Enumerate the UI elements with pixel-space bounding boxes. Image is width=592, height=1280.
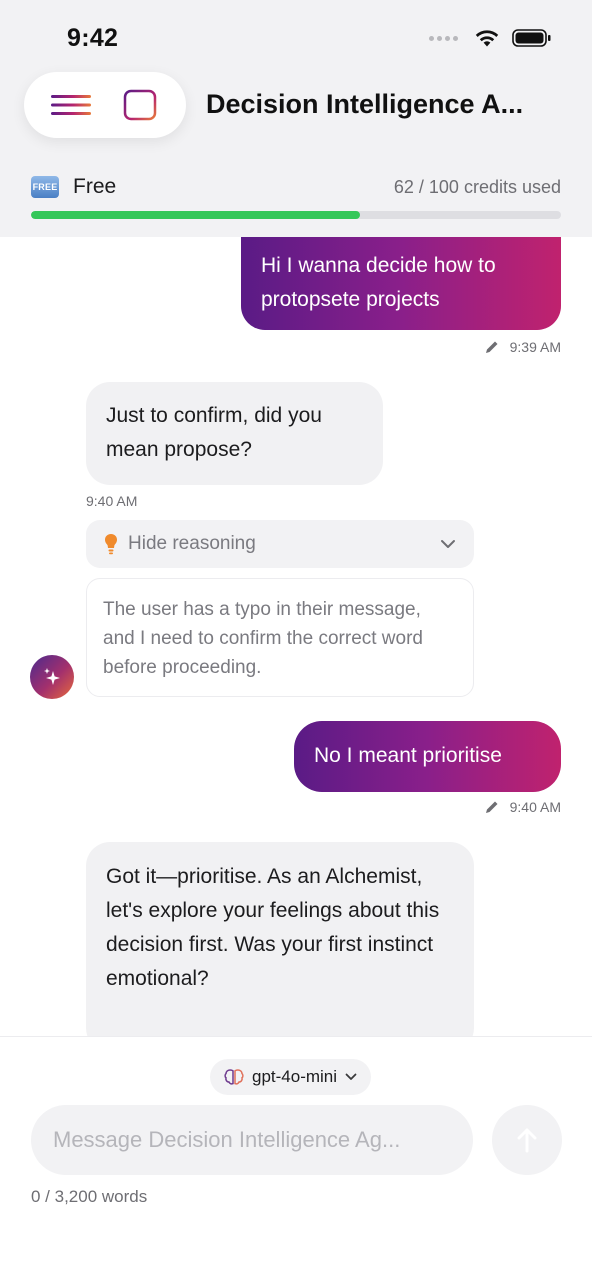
assistant-avatar xyxy=(30,655,74,699)
user-message-bubble[interactable]: Hi I wanna decide how to protopsete proj… xyxy=(241,237,561,330)
message-time: 9:40 AM xyxy=(86,493,138,509)
message-meta: 9:39 AM xyxy=(484,339,561,355)
reasoning-toggle[interactable]: Hide reasoning xyxy=(86,520,474,568)
reasoning-text: The user has a typo in their message, an… xyxy=(103,599,423,678)
plan-name: Free xyxy=(73,175,117,198)
brain-icon xyxy=(224,1069,244,1085)
sidebar-toggle-button[interactable] xyxy=(117,82,163,128)
arrow-up-icon xyxy=(517,1128,537,1153)
reasoning-content: The user has a typo in their message, an… xyxy=(86,578,474,697)
message-time: 9:40 AM xyxy=(509,799,561,815)
nav-pill xyxy=(24,72,186,138)
user-message-bubble[interactable]: No I meant prioritise xyxy=(294,721,561,792)
message-input[interactable] xyxy=(31,1105,473,1175)
app-header: 9:42 Decision Intelligence A... FREE Fre… xyxy=(0,0,592,237)
credits-usage: 62 / 100 credits used xyxy=(393,176,561,197)
chevron-down-icon xyxy=(440,539,456,549)
message-time: 9:39 AM xyxy=(509,339,561,355)
chat-thread: Hi I wanna decide how to protopsete proj… xyxy=(0,237,592,1036)
message-composer: gpt-4o-mini 0 / 3,200 words xyxy=(0,1036,592,1280)
assistant-message-bubble[interactable]: Just to confirm, did you mean propose? xyxy=(86,382,383,485)
word-count: 0 / 3,200 words xyxy=(31,1187,148,1206)
assistant-message-bubble[interactable]: Got it—prioritise. As an Alchemist, let'… xyxy=(86,842,474,1036)
message-text: Hi I wanna decide how to protopsete proj… xyxy=(261,254,496,311)
message-text: Got it—prioritise. As an Alchemist, let'… xyxy=(106,865,440,990)
reasoning-toggle-label: Hide reasoning xyxy=(128,533,256,554)
status-time: 9:42 xyxy=(67,24,119,52)
message-meta: 9:40 AM xyxy=(484,799,561,815)
free-badge-icon: FREE xyxy=(31,176,59,198)
sparkle-icon xyxy=(44,668,60,685)
credits-progress-fill xyxy=(31,211,360,219)
model-selector[interactable]: gpt-4o-mini xyxy=(210,1059,372,1095)
chevron-down-icon xyxy=(345,1073,357,1080)
signal-dots-icon xyxy=(429,35,458,41)
credits-progress-bar xyxy=(31,211,561,219)
menu-button[interactable] xyxy=(48,82,94,128)
edit-pencil-icon[interactable] xyxy=(484,339,500,355)
page-title: Decision Intelligence A... xyxy=(206,89,524,119)
send-button[interactable] xyxy=(492,1105,562,1175)
lightbulb-icon xyxy=(105,534,117,555)
menu-icon xyxy=(50,95,91,115)
wifi-icon xyxy=(475,30,499,47)
sidebar-icon xyxy=(123,89,156,121)
message-text: No I meant prioritise xyxy=(314,744,502,767)
message-text: Just to confirm, did you mean propose? xyxy=(106,404,322,461)
model-name: gpt-4o-mini xyxy=(252,1067,338,1086)
edit-pencil-icon[interactable] xyxy=(484,799,500,815)
plan-row: FREE Free 62 / 100 credits used xyxy=(31,174,561,200)
battery-icon xyxy=(512,29,551,47)
status-icons xyxy=(429,28,552,48)
